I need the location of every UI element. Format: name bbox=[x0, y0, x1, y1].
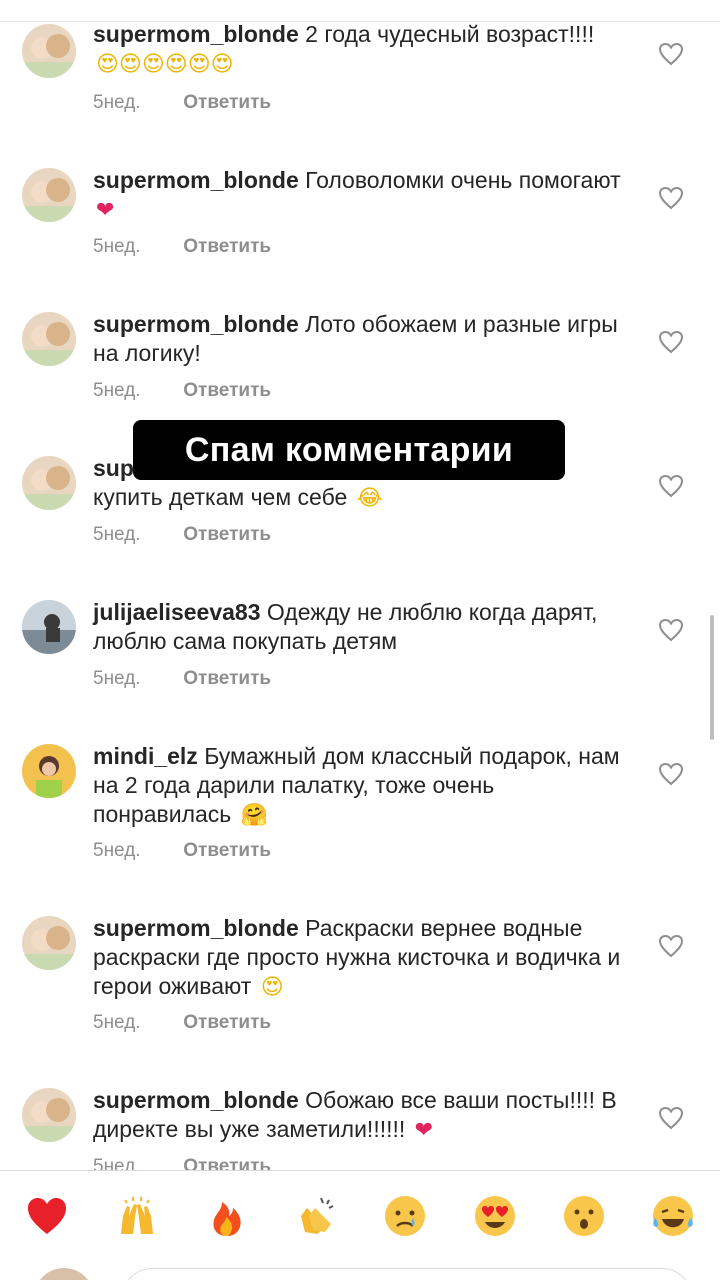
heart-outline-icon bbox=[658, 186, 684, 210]
tears-of-joy-emoji: 😂 bbox=[356, 486, 383, 512]
reply-button[interactable]: Ответить bbox=[183, 92, 271, 113]
red-heart-emoji: ❤ bbox=[96, 198, 115, 224]
reaction-raising-hands[interactable] bbox=[114, 1193, 160, 1239]
red-heart-emoji: ❤ bbox=[414, 1118, 434, 1144]
surprised-face-icon bbox=[564, 1196, 604, 1236]
like-button[interactable] bbox=[658, 762, 684, 786]
tears-of-joy-icon bbox=[653, 1196, 693, 1236]
heart-outline-icon bbox=[658, 1106, 684, 1130]
comment-username[interactable]: mindi_elz bbox=[93, 743, 198, 769]
avatar[interactable] bbox=[22, 744, 76, 798]
like-button[interactable] bbox=[658, 42, 684, 66]
comment-meta: 5нед. Ответить bbox=[93, 380, 271, 402]
comment-time: 5нед. bbox=[93, 380, 141, 401]
like-button[interactable] bbox=[658, 934, 684, 958]
like-button[interactable] bbox=[658, 330, 684, 354]
comment-meta: 5нед. Ответить bbox=[93, 840, 271, 862]
reply-button[interactable]: Ответить bbox=[183, 524, 271, 545]
avatar[interactable] bbox=[22, 1088, 76, 1142]
comment-text: supermom_blonde Лото обожаем и разные иг… bbox=[93, 310, 638, 368]
comment-time: 5нед. bbox=[93, 668, 141, 689]
like-button[interactable] bbox=[658, 186, 684, 210]
comment-time: 5нед. bbox=[93, 92, 141, 113]
reaction-crying-face[interactable] bbox=[382, 1193, 428, 1239]
reply-button[interactable]: Ответить bbox=[183, 380, 271, 401]
avatar[interactable] bbox=[22, 24, 76, 78]
raising-hands-icon bbox=[121, 1197, 153, 1234]
comment-time: 5нед. bbox=[93, 1012, 141, 1033]
comments-list: supermom_blonde 2 года чудесный возраст!… bbox=[0, 0, 720, 1170]
reaction-red-heart[interactable] bbox=[24, 1193, 70, 1239]
comment-time: 5нед. bbox=[93, 840, 141, 861]
reaction-tears-of-joy[interactable] bbox=[650, 1193, 696, 1239]
reaction-surprised-face[interactable] bbox=[561, 1193, 607, 1239]
avatar[interactable] bbox=[22, 312, 76, 366]
heart-outline-icon bbox=[658, 330, 684, 354]
comment-username[interactable]: supermom_blonde bbox=[93, 915, 299, 941]
comment-time: 5нед. bbox=[93, 1156, 141, 1170]
comment-meta: 5нед. Ответить bbox=[93, 236, 271, 258]
comment-body: 2 года чудесный возраст!!!! bbox=[305, 21, 595, 47]
fire-icon bbox=[213, 1202, 241, 1236]
reaction-heart-eyes[interactable] bbox=[472, 1193, 518, 1239]
reply-button[interactable]: Ответить bbox=[183, 1156, 271, 1170]
reply-button[interactable]: Ответить bbox=[183, 236, 271, 257]
comment-body: купить деткам чем себе bbox=[93, 484, 348, 510]
reply-button[interactable]: Ответить bbox=[183, 840, 271, 861]
comment-text: mindi_elz Бумажный дом классный подарок,… bbox=[93, 742, 638, 830]
comment-input[interactable] bbox=[122, 1268, 692, 1280]
reply-button[interactable]: Ответить bbox=[183, 668, 271, 689]
heart-eyes-icon bbox=[475, 1196, 515, 1236]
avatar[interactable] bbox=[22, 600, 76, 654]
comment-text: supermom_blonde 2 года чудесный возраст!… bbox=[93, 20, 638, 79]
comment-meta: 5нед. Ответить bbox=[93, 524, 271, 546]
comment-text: julijaeliseeva83 Одежду не люблю когда д… bbox=[93, 598, 638, 656]
heart-outline-icon bbox=[658, 42, 684, 66]
heart-outline-icon bbox=[658, 762, 684, 786]
reaction-fire[interactable] bbox=[204, 1193, 250, 1239]
comment-meta: 5нед. Ответить bbox=[93, 1012, 271, 1034]
like-button[interactable] bbox=[658, 474, 684, 498]
hugging-face-emoji: 🤗 bbox=[240, 803, 269, 829]
spam-overlay-label: Спам комментарии bbox=[133, 420, 565, 480]
scrollbar[interactable] bbox=[710, 615, 714, 740]
clapping-hands-icon bbox=[301, 1197, 334, 1234]
comment-text: supermom_blonde Раскраски вернее водные … bbox=[93, 914, 638, 1002]
comment-meta: 5нед. Ответить bbox=[93, 668, 271, 690]
avatar[interactable] bbox=[22, 916, 76, 970]
heart-eyes-emoji: 😍😍😍😍😍😍 bbox=[96, 52, 234, 78]
avatar[interactable] bbox=[22, 456, 76, 510]
crying-face-icon bbox=[385, 1196, 425, 1236]
comment-username[interactable]: supermom_blonde bbox=[93, 21, 299, 47]
comment-body: Головоломки очень помогают bbox=[305, 167, 621, 193]
avatar[interactable] bbox=[22, 168, 76, 222]
heart-outline-icon bbox=[658, 474, 684, 498]
comment-text: supermom_blonde Головоломки очень помога… bbox=[93, 166, 638, 225]
comment-time: 5нед. bbox=[93, 524, 141, 545]
comment-meta: 5нед. Ответить bbox=[93, 92, 271, 114]
heart-outline-icon bbox=[658, 618, 684, 642]
comment-time: 5нед. bbox=[93, 236, 141, 257]
comment-text: supermom_blonde Обожаю все ваши посты!!!… bbox=[93, 1086, 638, 1145]
like-button[interactable] bbox=[658, 1106, 684, 1130]
like-button[interactable] bbox=[658, 618, 684, 642]
comment-username[interactable]: julijaeliseeva83 bbox=[93, 599, 261, 625]
comment-username[interactable]: sup bbox=[93, 455, 134, 481]
comment-username[interactable]: supermom_blonde bbox=[93, 167, 299, 193]
heart-outline-icon bbox=[658, 934, 684, 958]
comment-username[interactable]: supermom_blonde bbox=[93, 311, 299, 337]
reply-button[interactable]: Ответить bbox=[183, 1012, 271, 1033]
comment-meta: 5нед. Ответить bbox=[93, 1156, 271, 1170]
red-heart-icon bbox=[28, 1198, 66, 1234]
reaction-bar bbox=[0, 1170, 720, 1280]
heart-eyes-emoji: 😍 bbox=[260, 975, 284, 1001]
comment-username[interactable]: supermom_blonde bbox=[93, 1087, 299, 1113]
reaction-clapping-hands[interactable] bbox=[294, 1193, 340, 1239]
